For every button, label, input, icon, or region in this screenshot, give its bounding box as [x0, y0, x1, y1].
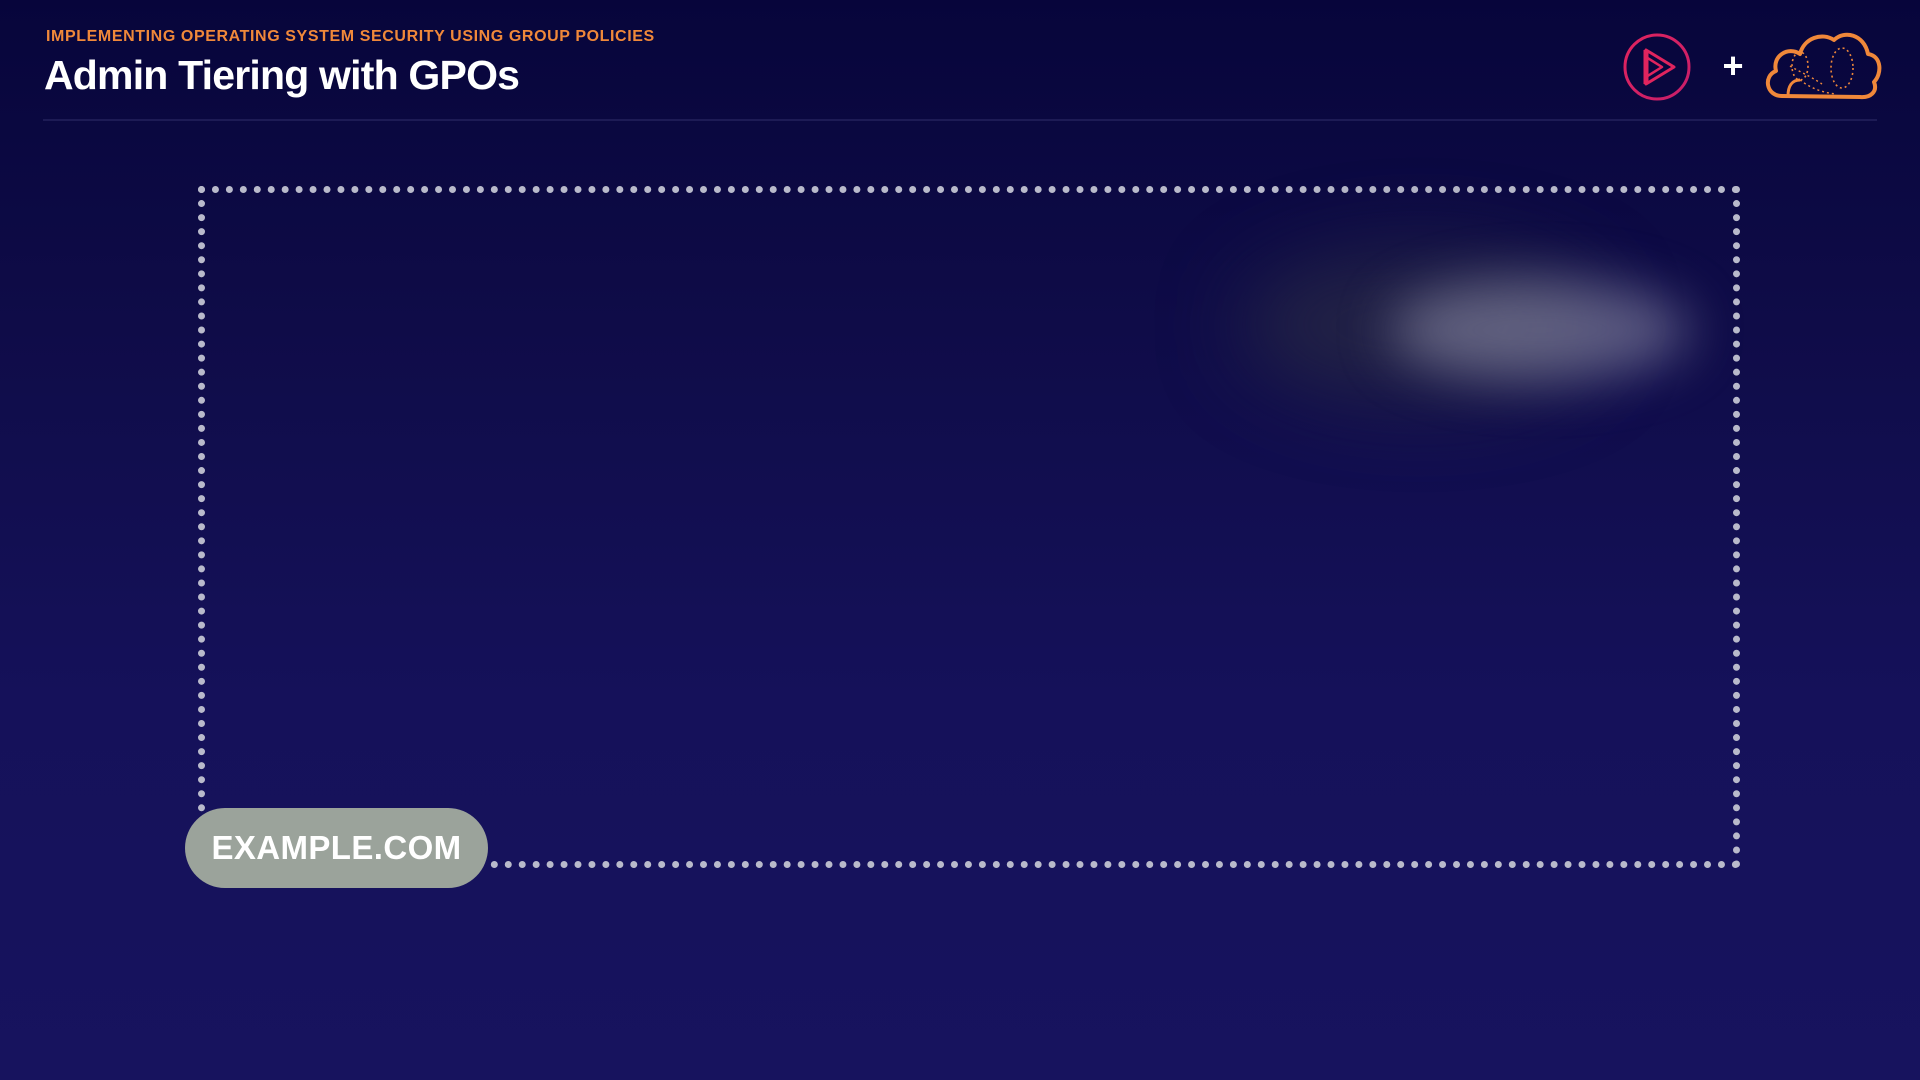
header-divider	[43, 119, 1877, 121]
domain-label: EXAMPLE.COM	[185, 808, 488, 888]
play-icon	[1623, 33, 1691, 101]
plus-sign: +	[1722, 45, 1744, 86]
brand-logos: +	[1618, 26, 1882, 106]
course-title: IMPLEMENTING OPERATING SYSTEM SECURITY U…	[46, 28, 655, 45]
domain-boundary	[198, 186, 1740, 868]
cloud-icon	[1765, 32, 1882, 100]
slide-header: IMPLEMENTING OPERATING SYSTEM SECURITY U…	[44, 26, 1876, 120]
slide-title: Admin Tiering with GPOs	[44, 52, 520, 98]
